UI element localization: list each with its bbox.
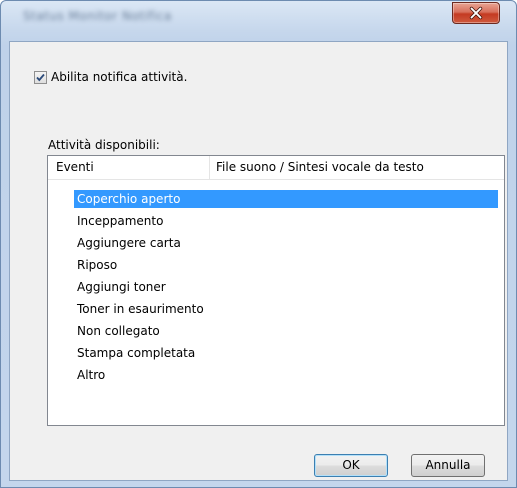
cancel-button[interactable]: Annulla bbox=[411, 454, 485, 477]
column-divider[interactable] bbox=[209, 156, 210, 179]
list-item[interactable]: Aggiungere carta bbox=[48, 232, 504, 254]
list-item[interactable]: Non collegato bbox=[48, 320, 504, 342]
list-item[interactable]: Inceppamento bbox=[48, 210, 504, 232]
event-name: Inceppamento bbox=[77, 214, 164, 228]
event-name: Aggiungere carta bbox=[77, 236, 181, 250]
window-title: Status Monitor Notifica bbox=[23, 9, 172, 23]
event-name: Altro bbox=[77, 368, 106, 382]
column-header-events[interactable]: Eventi bbox=[56, 156, 94, 179]
event-name: Riposo bbox=[77, 258, 118, 272]
list-item[interactable]: Aggiungi toner bbox=[48, 276, 504, 298]
ok-button[interactable]: OK bbox=[314, 454, 388, 477]
column-header-sound-file[interactable]: File suono / Sintesi vocale da testo bbox=[216, 156, 424, 179]
dialog-window: Status Monitor Notifica Abilita notifica… bbox=[0, 0, 517, 488]
list-rows: Coperchio aperto Inceppamento Aggiungere c… bbox=[48, 188, 504, 386]
list-item[interactable]: Altro bbox=[48, 364, 504, 386]
close-icon bbox=[469, 6, 483, 20]
title-bar[interactable]: Status Monitor Notifica bbox=[1, 1, 516, 41]
event-name: Aggiungi toner bbox=[77, 280, 166, 294]
enable-notification-checkbox[interactable] bbox=[34, 70, 47, 84]
event-name: Coperchio aperto bbox=[77, 192, 181, 206]
activities-list[interactable]: Eventi File suono / Sintesi vocale da te… bbox=[47, 155, 505, 426]
close-button[interactable] bbox=[452, 2, 500, 24]
checkmark-icon bbox=[36, 73, 45, 81]
enable-notification-option[interactable]: Abilita notifica attività. bbox=[34, 70, 187, 84]
list-item[interactable]: Stampa completata bbox=[48, 342, 504, 364]
list-header: Eventi File suono / Sintesi vocale da te… bbox=[48, 156, 504, 180]
enable-notification-label: Abilita notifica attività. bbox=[51, 70, 188, 84]
list-item[interactable]: Riposo bbox=[48, 254, 504, 276]
available-activities-label: Attività disponibili: bbox=[48, 138, 160, 152]
event-name: Stampa completata bbox=[77, 346, 196, 360]
list-item[interactable]: Coperchio aperto bbox=[48, 188, 504, 210]
event-name: Toner in esaurimento bbox=[77, 302, 204, 316]
event-name: Non collegato bbox=[77, 324, 160, 338]
dialog-content: Abilita notifica attività. Attività disp… bbox=[9, 41, 508, 481]
list-item[interactable]: Toner in esaurimento bbox=[48, 298, 504, 320]
